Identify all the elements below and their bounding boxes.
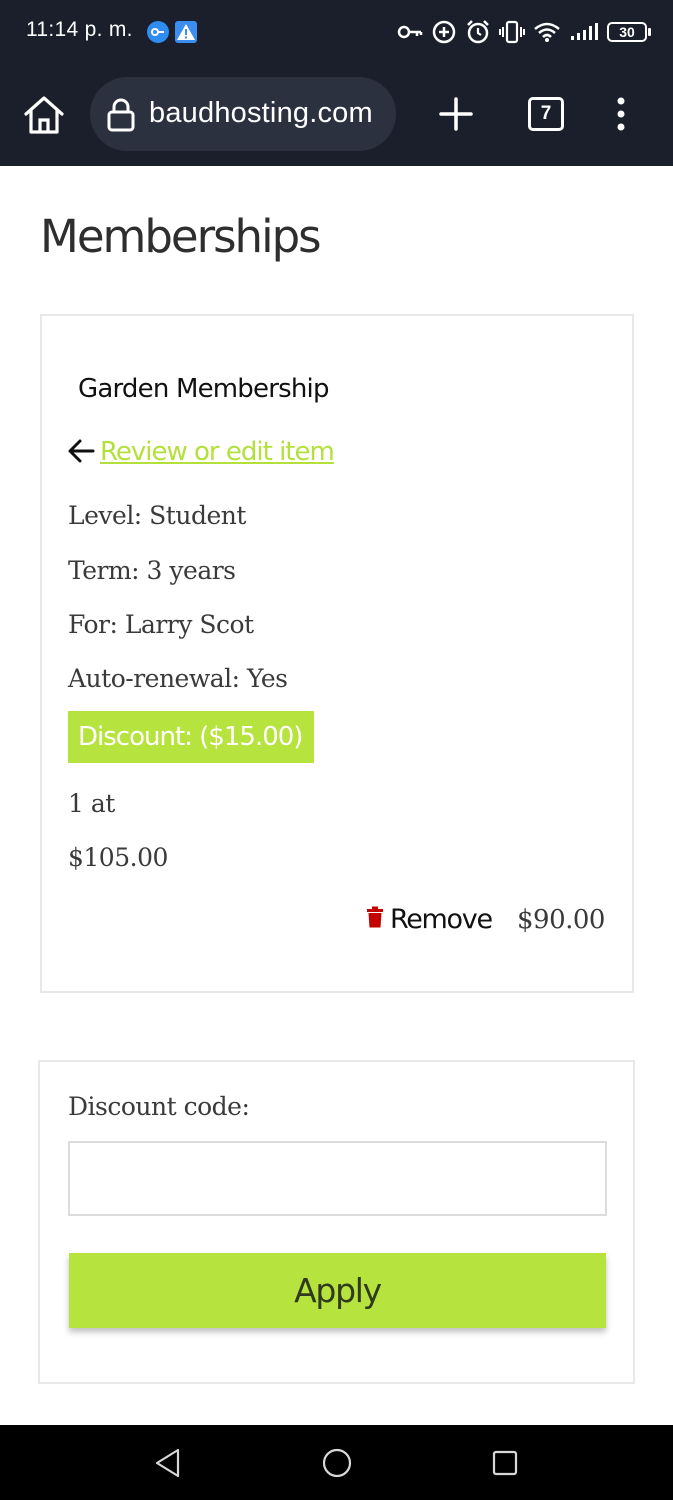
for-detail: For: Larry Scot xyxy=(68,610,254,639)
apply-button[interactable]: Apply xyxy=(69,1253,606,1328)
vpn-key-notification-icon xyxy=(147,21,169,43)
remove-button[interactable]: Remove xyxy=(366,904,493,935)
status-bar: 11:14 p. m. 30 xyxy=(0,0,673,64)
battery-icon: 30 xyxy=(607,22,651,42)
alarm-icon xyxy=(465,19,491,45)
page-title: Memberships xyxy=(40,210,322,263)
more-options-icon[interactable] xyxy=(612,96,630,132)
vibrate-icon xyxy=(499,19,525,45)
data-saver-icon xyxy=(431,19,457,45)
term-detail: Term: 3 years xyxy=(68,556,236,585)
signal-icon xyxy=(569,22,599,42)
nav-back-icon[interactable] xyxy=(153,1447,183,1484)
discount-badge: Discount: ($15.00) xyxy=(68,711,314,763)
tab-switcher-button[interactable]: 7 xyxy=(528,97,564,131)
nav-recents-icon[interactable] xyxy=(492,1450,518,1481)
level-detail: Level: Student xyxy=(68,501,246,530)
arrow-left-icon[interactable] xyxy=(67,438,95,469)
trash-icon[interactable] xyxy=(366,906,384,933)
browser-toolbar: baudhosting.com 7 xyxy=(0,64,673,166)
status-icons: 30 xyxy=(397,16,651,48)
url-text[interactable]: baudhosting.com xyxy=(149,97,373,130)
home-icon[interactable] xyxy=(22,94,66,136)
nav-home-icon[interactable] xyxy=(321,1447,353,1484)
remove-label[interactable]: Remove xyxy=(390,904,493,935)
quantity-text: 1 at xyxy=(68,789,115,818)
wifi-icon xyxy=(533,21,561,43)
lock-icon[interactable] xyxy=(106,98,136,137)
battery-level-text: 30 xyxy=(619,24,635,40)
line-total: $90.00 xyxy=(517,905,605,935)
discount-code-input[interactable] xyxy=(68,1141,607,1216)
auto-renewal-detail: Auto-renewal: Yes xyxy=(68,664,288,693)
discount-code-label: Discount code: xyxy=(68,1092,250,1121)
system-navigation-bar xyxy=(0,1425,673,1500)
warning-notification-icon xyxy=(175,21,197,43)
new-tab-icon[interactable] xyxy=(438,96,474,132)
review-edit-link[interactable]: Review or edit item xyxy=(100,437,335,467)
discount-code-card: Discount code: Apply xyxy=(38,1060,635,1384)
status-time: 11:14 p. m. xyxy=(26,18,133,41)
cart-item-card: Garden Membership Review or edit item Le… xyxy=(40,314,634,993)
address-bar[interactable]: baudhosting.com xyxy=(90,77,396,151)
unit-price: $105.00 xyxy=(68,843,168,872)
key-icon xyxy=(397,22,423,42)
item-title: Garden Membership xyxy=(78,374,329,404)
